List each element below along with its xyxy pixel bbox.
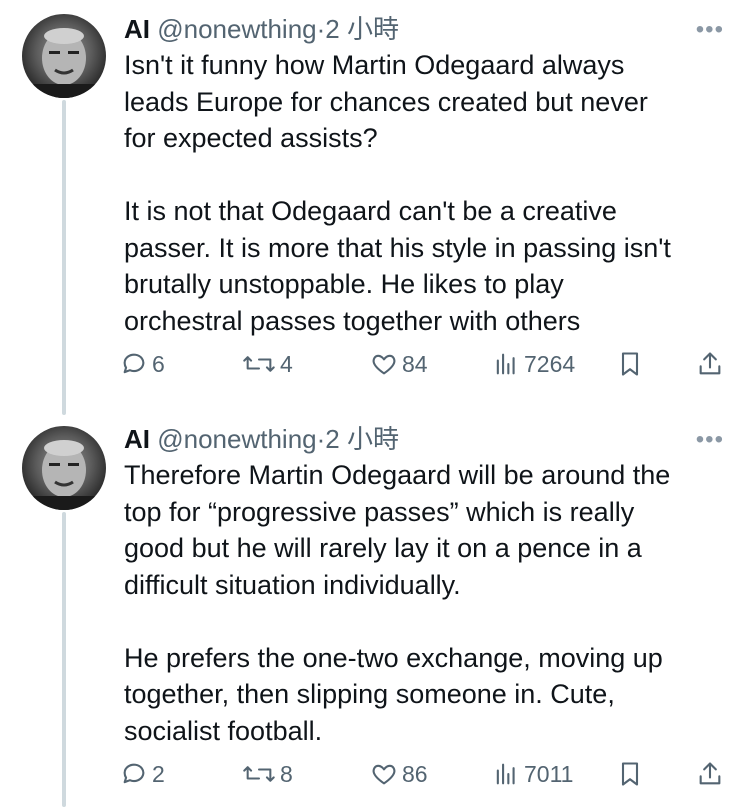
repost-count: 8 — [280, 760, 293, 787]
avatar[interactable] — [22, 14, 106, 98]
bookmark-icon — [621, 762, 639, 786]
like-count: 86 — [402, 760, 428, 787]
repost-icon — [243, 766, 275, 782]
more-icon[interactable]: ••• — [696, 426, 724, 454]
like-icon — [372, 764, 396, 785]
tweet-paragraph: Isn't it funny how Martin Odegaard alway… — [124, 50, 648, 153]
like-button[interactable]: 86 — [370, 760, 428, 788]
reply-count: 6 — [152, 350, 165, 377]
tweet-paragraph: He prefers the one-two exchange, moving … — [124, 642, 663, 746]
tweet[interactable]: AI @nonewthing·2 小時 ••• Isn't it funny h… — [0, 0, 750, 412]
avatar[interactable] — [22, 426, 106, 510]
views-icon — [496, 763, 515, 785]
views-button[interactable]: 7264 — [492, 350, 575, 378]
reply-button[interactable]: 2 — [120, 760, 165, 788]
share-icon — [699, 352, 721, 375]
tweet-paragraph: Therefore Martin Odegaard will be around… — [124, 460, 671, 600]
tweet-text: Therefore Martin Odegaard will be around… — [124, 457, 724, 749]
share-button[interactable] — [696, 350, 728, 378]
bookmark-button[interactable] — [616, 760, 648, 788]
separator-dot: · — [316, 424, 326, 454]
reply-icon — [123, 763, 145, 784]
more-icon[interactable]: ••• — [696, 16, 724, 44]
timestamp[interactable]: 2 小時 — [325, 424, 399, 454]
repost-icon — [243, 356, 275, 372]
tweet[interactable]: AI @nonewthing·2 小時 ••• Therefore Martin… — [0, 412, 750, 807]
share-icon — [699, 762, 721, 785]
action-bar: 6 4 84 7264 — [120, 350, 730, 384]
views-count: 7264 — [524, 350, 576, 377]
tweet-header: AI @nonewthing·2 小時 — [124, 422, 399, 456]
reply-icon — [123, 353, 145, 374]
bookmark-button[interactable] — [616, 350, 648, 378]
share-button[interactable] — [696, 760, 728, 788]
reply-count: 2 — [152, 760, 165, 787]
timestamp[interactable]: 2 小時 — [325, 14, 399, 44]
author-handle[interactable]: @nonewthing — [157, 14, 316, 44]
repost-button[interactable]: 4 — [242, 350, 293, 378]
action-bar: 2 8 86 7011 — [120, 760, 730, 794]
repost-button[interactable]: 8 — [242, 760, 293, 788]
tweet-text: Isn't it funny how Martin Odegaard alway… — [124, 47, 724, 339]
repost-count: 4 — [280, 350, 293, 377]
like-button[interactable]: 84 — [370, 350, 428, 378]
views-icon — [496, 353, 515, 375]
tweet-paragraph: It is not that Odegaard can't be a creat… — [124, 196, 671, 336]
bookmark-icon — [621, 352, 639, 376]
author-handle[interactable]: @nonewthing — [157, 424, 316, 454]
author-name[interactable]: AI — [124, 14, 150, 44]
like-count: 84 — [402, 350, 428, 377]
like-icon — [372, 354, 396, 375]
views-button[interactable]: 7011 — [492, 760, 573, 788]
tweet-header: AI @nonewthing·2 小時 — [124, 12, 399, 46]
views-count: 7011 — [524, 760, 574, 787]
author-name[interactable]: AI — [124, 424, 150, 454]
separator-dot: · — [316, 14, 326, 44]
reply-button[interactable]: 6 — [120, 350, 165, 378]
